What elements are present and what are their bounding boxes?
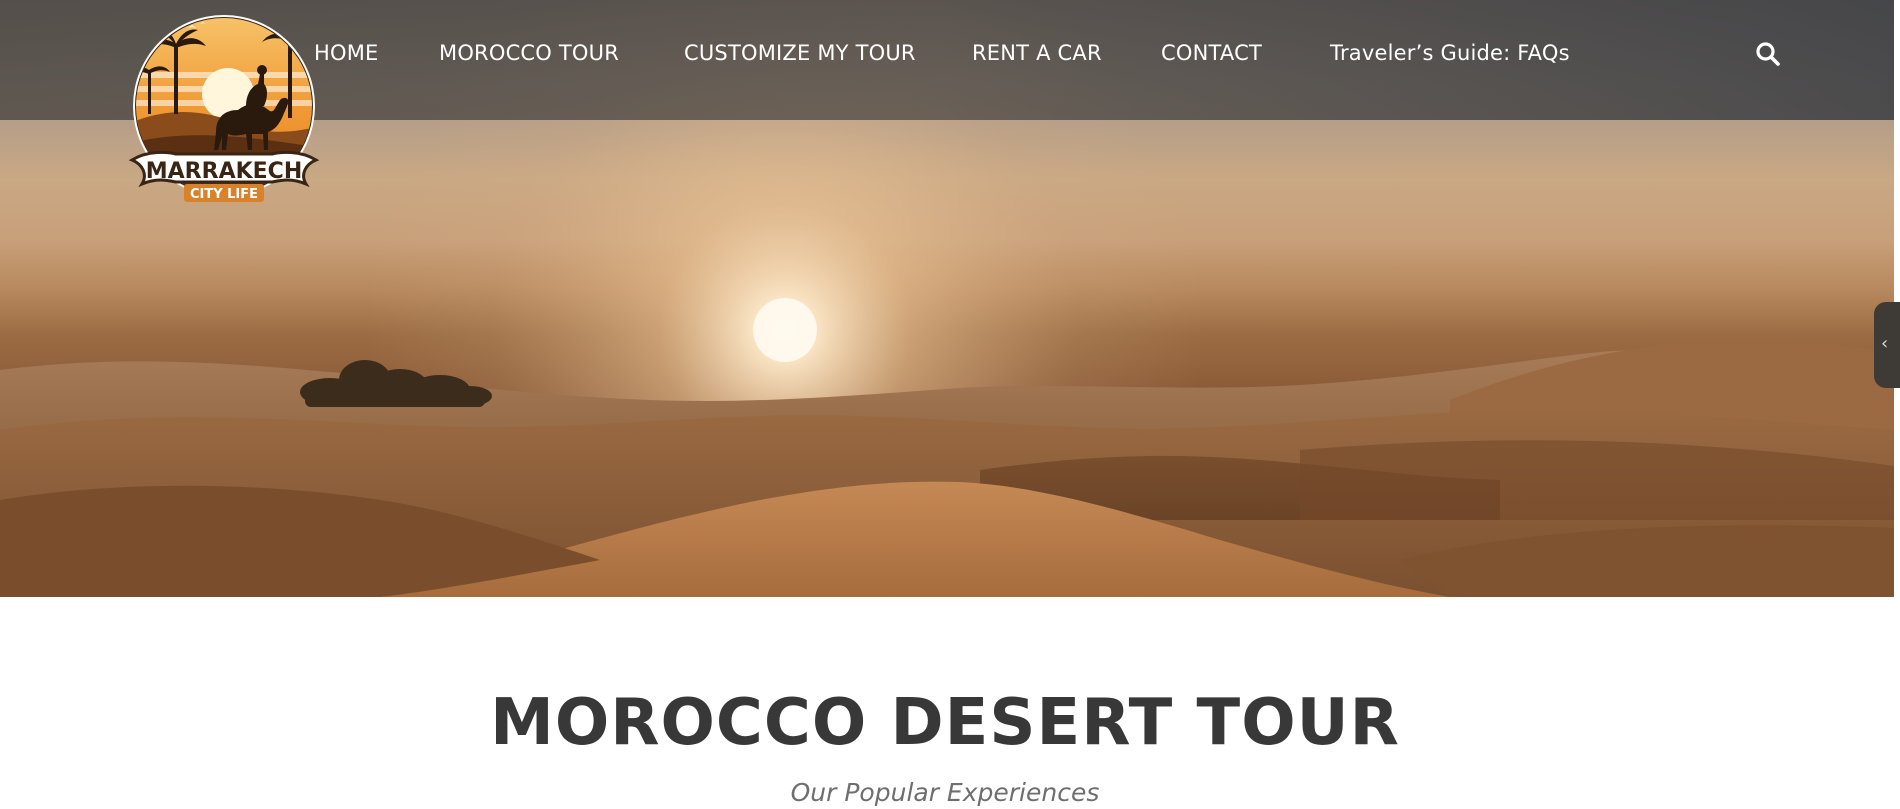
site-logo[interactable]: MARRAKECH CITY LIFE — [128, 14, 320, 204]
nav-travelers-guide-faqs[interactable]: Traveler’s Guide: FAQs — [1330, 38, 1570, 68]
camel-desert-logo-icon: MARRAKECH CITY LIFE — [128, 15, 320, 202]
nav-rent-a-car[interactable]: RENT A CAR — [972, 38, 1102, 68]
logo-tagline: CITY LIFE — [190, 187, 258, 202]
nav-morocco-tour[interactable]: MOROCCO TOUR — [439, 38, 619, 68]
side-panel-toggle[interactable]: ‹ — [1874, 302, 1900, 388]
chevron-left-icon: ‹ — [1881, 333, 1889, 354]
nav-home[interactable]: HOME — [314, 38, 379, 68]
page-subtitle: Our Popular Experiences — [790, 778, 1100, 807]
page-title: MOROCCO DESERT TOUR — [490, 686, 1400, 760]
nav-customize-my-tour[interactable]: CUSTOMIZE MY TOUR — [684, 38, 916, 68]
nav-contact[interactable]: CONTACT — [1161, 38, 1262, 68]
search-icon[interactable] — [1755, 41, 1781, 67]
logo-text: MARRAKECH — [146, 159, 302, 184]
